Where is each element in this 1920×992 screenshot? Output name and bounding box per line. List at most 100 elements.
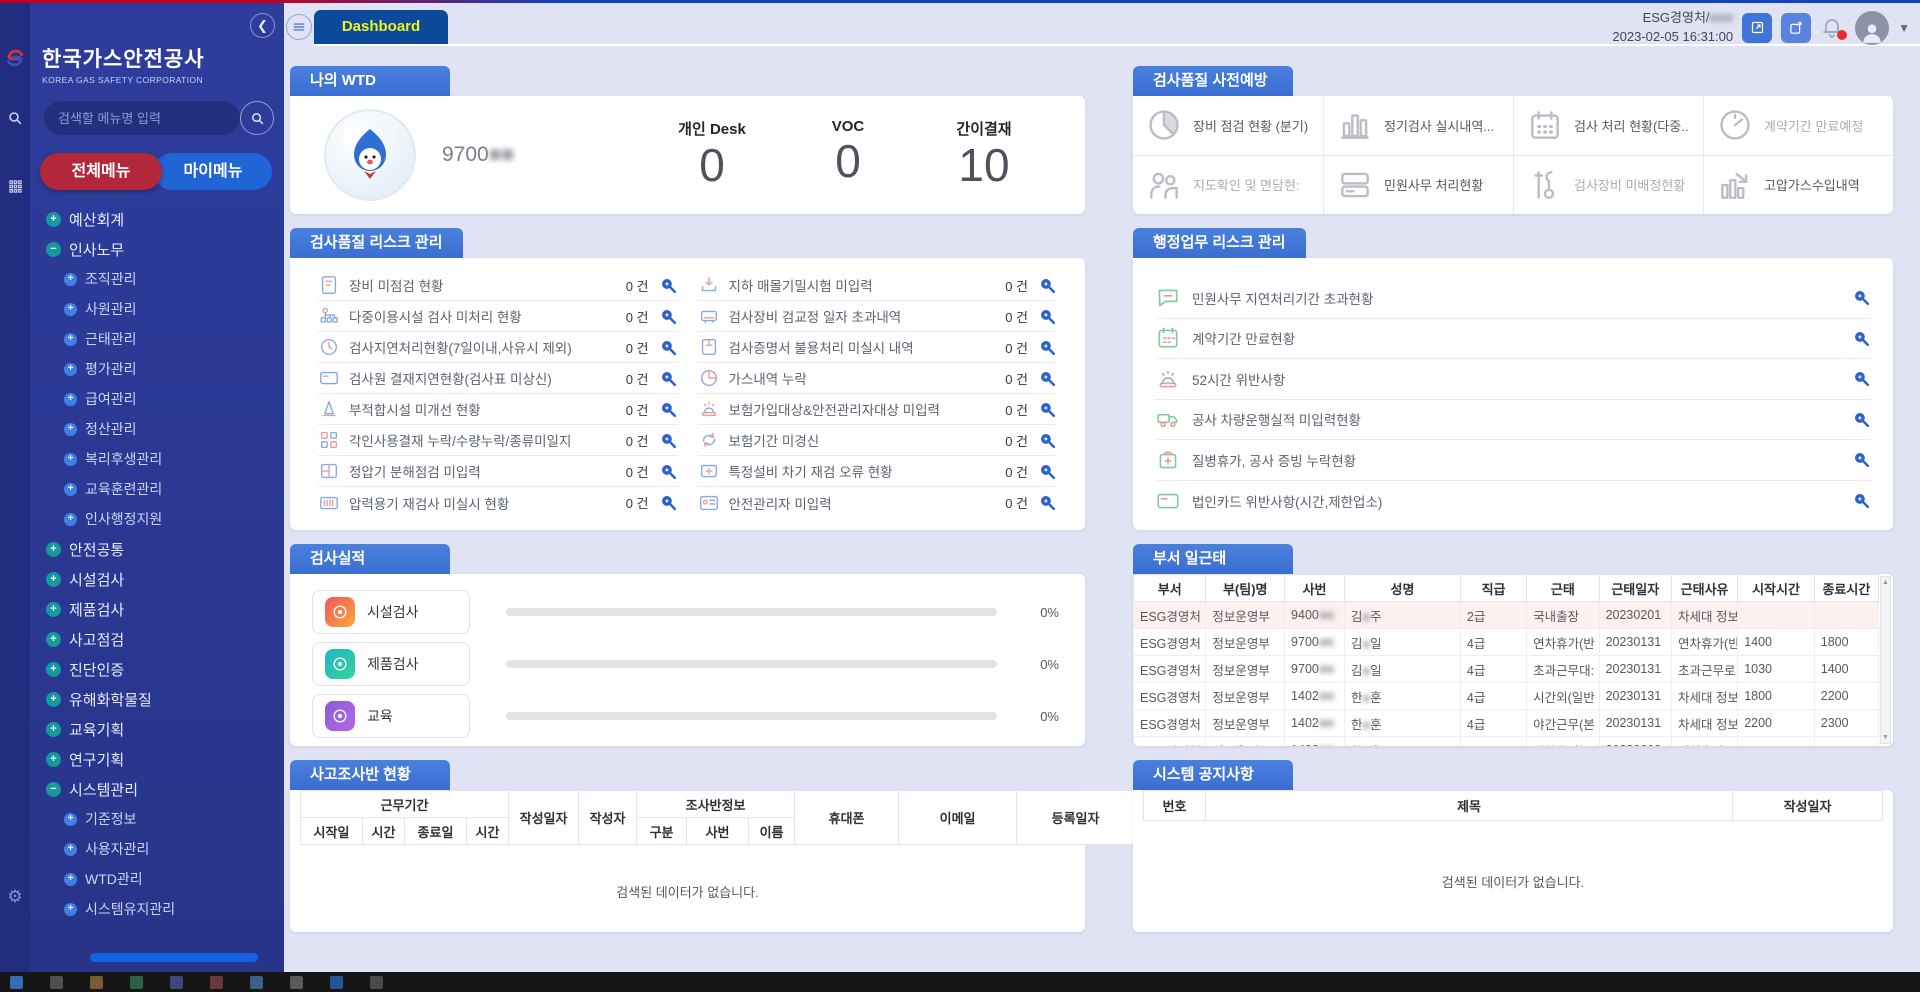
- taskbar-icon[interactable]: [210, 976, 223, 989]
- taskbar-icon[interactable]: [50, 976, 63, 989]
- sidebar-item-6[interactable]: +급여관리: [30, 384, 284, 414]
- taskbar-start-icon[interactable]: [10, 976, 23, 989]
- prevention-cell-4[interactable]: 지도확인 및 면담현:: [1133, 155, 1323, 215]
- expand-icon[interactable]: +: [64, 303, 77, 316]
- magnifier-icon[interactable]: [1852, 410, 1871, 429]
- sidebar-item-15[interactable]: +진단인증: [30, 654, 284, 684]
- magnifier-icon[interactable]: [659, 338, 678, 357]
- open-window-button[interactable]: [1742, 13, 1772, 43]
- menu-search-input[interactable]: [44, 101, 240, 135]
- expand-icon[interactable]: +: [64, 903, 77, 916]
- sidebar-item-0[interactable]: +예산회계: [30, 204, 284, 234]
- notification-bell-icon[interactable]: [1820, 15, 1846, 41]
- prevention-cell-0[interactable]: 장비 점검 현황 (분기): [1133, 96, 1323, 155]
- magnifier-icon[interactable]: [1038, 369, 1057, 388]
- magnifier-icon[interactable]: [1852, 369, 1871, 388]
- sidebar-item-21[interactable]: +사용자관리: [30, 834, 284, 864]
- sidebar-item-8[interactable]: +복리후생관리: [30, 444, 284, 474]
- expand-icon[interactable]: +: [46, 752, 61, 767]
- sidebar-horizontal-scrollbar[interactable]: [90, 953, 258, 962]
- expand-icon[interactable]: +: [64, 843, 77, 856]
- magnifier-icon[interactable]: [1852, 288, 1871, 307]
- expand-icon[interactable]: +: [64, 363, 77, 376]
- expand-icon[interactable]: +: [64, 483, 77, 496]
- prevention-cell-7[interactable]: 고압가스수입내역: [1703, 155, 1893, 215]
- magnifier-icon[interactable]: [1852, 491, 1871, 510]
- taskbar-icon[interactable]: [370, 976, 383, 989]
- popout-button[interactable]: [1781, 13, 1811, 43]
- expand-icon[interactable]: +: [64, 333, 77, 346]
- attendance-row[interactable]: ESG경영처정보운영부1402■■한■훈4급시간외(일반20230131차세대 …: [1134, 683, 1879, 710]
- expand-icon[interactable]: +: [46, 572, 61, 587]
- sidebar-item-18[interactable]: +연구기획: [30, 744, 284, 774]
- windows-taskbar[interactable]: [0, 972, 1920, 992]
- taskbar-icon[interactable]: [290, 976, 303, 989]
- magnifier-icon[interactable]: [659, 369, 678, 388]
- magnifier-icon[interactable]: [1038, 400, 1057, 419]
- attendance-row[interactable]: ESG경영처정보운영부9400■■김■주2급국내출장20230201차세대 정보: [1134, 602, 1879, 629]
- magnifier-icon[interactable]: [659, 307, 678, 326]
- expand-icon[interactable]: +: [46, 602, 61, 617]
- magnifier-icon[interactable]: [1038, 493, 1057, 512]
- tab-my-menu[interactable]: 마이메뉴: [154, 153, 272, 190]
- taskbar-icon[interactable]: [130, 976, 143, 989]
- prevention-cell-1[interactable]: 정기검사 실시내역...: [1323, 96, 1513, 155]
- expand-icon[interactable]: +: [64, 513, 77, 526]
- performance-chip[interactable]: 제품검사: [312, 642, 470, 686]
- expand-icon[interactable]: +: [46, 542, 61, 557]
- prevention-cell-5[interactable]: 민원사무 처리현황: [1323, 155, 1513, 215]
- attendance-row[interactable]: ESG경영처정보운영부1402■■한■훈4급야간근무(본20230131차세대 …: [1134, 710, 1879, 737]
- prevention-cell-6[interactable]: 검사장비 미배정현황: [1513, 155, 1703, 215]
- attendance-row[interactable]: ESG경영처정보운영부9700■■김■일4급초과근무대:20230131초과근무…: [1134, 656, 1879, 683]
- sidebar-item-5[interactable]: +평가관리: [30, 354, 284, 384]
- performance-chip[interactable]: 교육: [312, 694, 470, 738]
- magnifier-icon[interactable]: [659, 493, 678, 512]
- tab-dashboard[interactable]: Dashboard: [314, 10, 448, 44]
- sidebar-item-22[interactable]: +WTD관리: [30, 864, 284, 894]
- expand-icon[interactable]: +: [46, 212, 61, 227]
- taskbar-icon[interactable]: [170, 976, 183, 989]
- sidebar-item-3[interactable]: +사원관리: [30, 294, 284, 324]
- vertical-scrollbar[interactable]: ▲▼: [1880, 576, 1891, 744]
- rail-search-icon[interactable]: [4, 107, 26, 129]
- settings-gear-icon[interactable]: ⚙: [4, 886, 26, 908]
- magnifier-icon[interactable]: [1038, 462, 1057, 481]
- avatar[interactable]: [1855, 11, 1889, 45]
- collapse-icon[interactable]: −: [46, 242, 61, 257]
- sidebar-item-10[interactable]: +인사행정지원: [30, 504, 284, 534]
- expand-icon[interactable]: +: [46, 662, 61, 677]
- sidebar-item-20[interactable]: +기준정보: [30, 804, 284, 834]
- sidebar-item-4[interactable]: +근태관리: [30, 324, 284, 354]
- expand-icon[interactable]: +: [64, 453, 77, 466]
- tab-all-menu[interactable]: 전체메뉴: [40, 153, 162, 190]
- expand-icon[interactable]: +: [64, 393, 77, 406]
- taskbar-icon[interactable]: [90, 976, 103, 989]
- sidebar-item-11[interactable]: +안전공통: [30, 534, 284, 564]
- magnifier-icon[interactable]: [659, 462, 678, 481]
- performance-chip[interactable]: 시설검사: [312, 590, 470, 634]
- magnifier-icon[interactable]: [1038, 431, 1057, 450]
- attendance-row[interactable]: ESG경영처정보운영부1402■■한■훈4급연차휴가20230202연차휴가: [1134, 737, 1879, 747]
- expand-icon[interactable]: +: [64, 273, 77, 286]
- prevention-cell-3[interactable]: 계약기간 만료예정: [1703, 96, 1893, 155]
- sidebar-item-16[interactable]: +유해화학물질: [30, 684, 284, 714]
- magnifier-icon[interactable]: [1038, 338, 1057, 357]
- expand-icon[interactable]: +: [46, 692, 61, 707]
- magnifier-icon[interactable]: [1038, 276, 1057, 295]
- magnifier-icon[interactable]: [659, 276, 678, 295]
- taskbar-icon[interactable]: [250, 976, 263, 989]
- sidebar-item-7[interactable]: +정산관리: [30, 414, 284, 444]
- menu-search-button[interactable]: [240, 101, 274, 135]
- sidebar-collapse-button[interactable]: ❮: [250, 13, 275, 38]
- sidebar-item-13[interactable]: +제품검사: [30, 594, 284, 624]
- sidebar-item-2[interactable]: +조직관리: [30, 264, 284, 294]
- sidebar-item-12[interactable]: +시설검사: [30, 564, 284, 594]
- expand-icon[interactable]: +: [46, 722, 61, 737]
- sidebar-item-1[interactable]: −인사노무: [30, 234, 284, 264]
- attendance-row[interactable]: ESG경영처정보운영부9700■■김■일4급연차휴가(반20230131연차휴가…: [1134, 629, 1879, 656]
- taskbar-icon[interactable]: [330, 976, 343, 989]
- sidebar-item-14[interactable]: +사고점검: [30, 624, 284, 654]
- sidebar-item-9[interactable]: +교육훈련관리: [30, 474, 284, 504]
- sidebar-item-17[interactable]: +교육기획: [30, 714, 284, 744]
- sidebar-item-19[interactable]: −시스템관리: [30, 774, 284, 804]
